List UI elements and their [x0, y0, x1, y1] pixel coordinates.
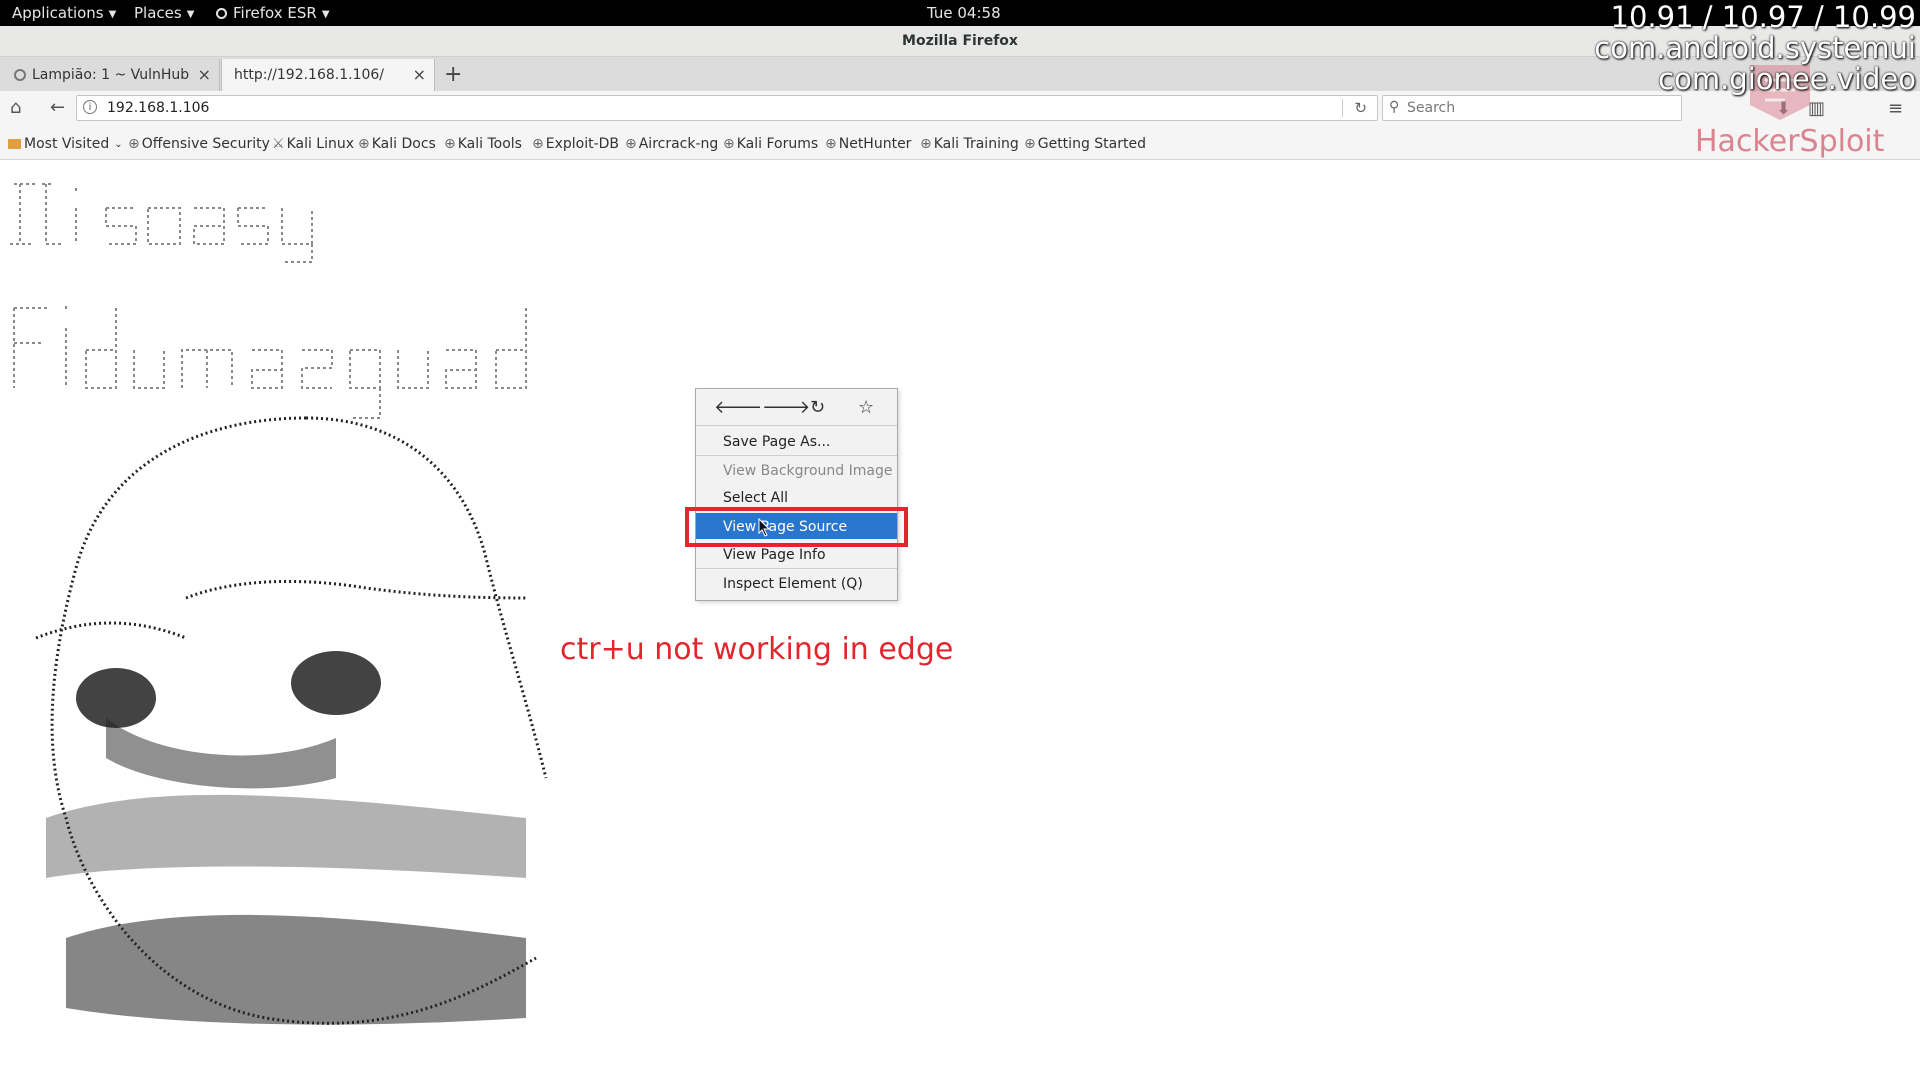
tab-label: Lampião: 1 ~ VulnHub [32, 67, 190, 83]
folder-icon [8, 139, 21, 149]
chevron-down-icon: ▼ [186, 9, 195, 20]
bookmark-star-icon[interactable]: ☆ [858, 397, 874, 418]
overlay-package-2: com.gionee.video [1658, 62, 1916, 96]
url-divider [1342, 99, 1343, 117]
annotation-highlight-box [685, 507, 908, 547]
globe-icon: ⊕ [920, 136, 932, 152]
bookmark-offensive-security[interactable]: ⊕ Offensive Security [128, 136, 270, 152]
bookmark-label: Aircrack-ng [638, 136, 719, 152]
search-input[interactable]: ⚲ Search [1382, 95, 1682, 121]
reload-icon[interactable]: ↻ [1354, 99, 1367, 117]
globe-icon: ⊕ [532, 136, 544, 152]
bookmark-aircrack-ng[interactable]: ⊕ Aircrack-ng [625, 136, 718, 152]
bookmark-getting-started[interactable]: ⊕ Getting Started [1024, 136, 1146, 152]
tab-label: http://192.168.1.106/ [234, 67, 385, 83]
bookmark-nethunter[interactable]: ⊕ NetHunter [825, 136, 911, 152]
bookmarks-toolbar: Most Visited ⌄ ⊕ Offensive Security ⚔ Kali … [0, 127, 1920, 160]
close-icon[interactable]: × [198, 65, 211, 84]
annotation-text: ctr+u not working in edge [560, 632, 954, 667]
video-debug-overlay: 10.91 / 10.97 / 10.99 com.android.system… [1594, 2, 1916, 95]
menu-view-background-image[interactable]: View Background Image [696, 457, 897, 483]
applications-label: Applications [12, 4, 104, 22]
bookmark-most-visited[interactable]: Most Visited ⌄ [8, 136, 123, 152]
chevron-down-icon: ▼ [108, 9, 117, 20]
bookmark-kali-forums[interactable]: ⊕ Kali Forums [723, 136, 818, 152]
bookmark-label: Kali Forums [736, 136, 819, 152]
menu-inspect-element[interactable]: Inspect Element (Q) [696, 570, 897, 596]
new-tab-plus-icon[interactable]: + [444, 62, 462, 87]
context-nav-row: 🡐 🡒 ↻ ☆ [696, 389, 897, 426]
kali-dragon-icon: ⚔ [272, 136, 285, 152]
applications-menu[interactable]: Applications ▼ [12, 4, 116, 22]
bookmark-kali-linux[interactable]: ⚔ Kali Linux [272, 136, 354, 152]
bookmark-label: Kali Docs [371, 136, 436, 152]
overlay-package-1: com.android.systemui [1594, 31, 1916, 65]
bookmark-kali-training[interactable]: ⊕ Kali Training [920, 136, 1019, 152]
vulnhub-tab-icon [14, 69, 26, 81]
bookmark-label: NetHunter [838, 136, 912, 152]
bookmark-label: Kali Tools [457, 136, 522, 152]
firefox-app-label: Firefox ESR [233, 4, 317, 22]
globe-icon: ⊕ [825, 136, 837, 152]
chevron-down-icon: ⌄ [114, 139, 123, 150]
globe-icon: ⊕ [1024, 136, 1036, 152]
search-placeholder: Search [1407, 100, 1456, 116]
back-arrow-icon[interactable]: 🡐 [714, 397, 762, 418]
globe-icon: ⊕ [723, 136, 735, 152]
home-icon[interactable]: ⌂ [10, 97, 21, 118]
ascii-art-banner [10, 183, 548, 1025]
bookmark-label: Offensive Security [141, 136, 270, 152]
firefox-icon [216, 8, 227, 19]
chevron-down-icon: ▼ [321, 9, 330, 20]
globe-icon: ⊕ [358, 136, 370, 152]
nav-toolbar: ⌂ ← i 192.168.1.106 ↻ ⚲ Search [0, 91, 1920, 127]
clock[interactable]: Tue 04:58 [927, 4, 1001, 22]
bookmark-label: Getting Started [1037, 136, 1146, 152]
globe-icon: ⊕ [444, 136, 456, 152]
bookmark-label: Most Visited [24, 136, 110, 152]
forward-arrow-icon[interactable]: 🡒 [762, 397, 810, 418]
menu-divider [696, 455, 897, 456]
bookmark-label: Kali Linux [286, 136, 355, 152]
globe-icon: ⊕ [625, 136, 637, 152]
bookmark-kali-docs[interactable]: ⊕ Kali Docs [358, 136, 436, 152]
tab-lampiao[interactable]: Lampião: 1 ~ VulnHub × [6, 59, 220, 91]
bookmark-label: Kali Training [933, 136, 1019, 152]
url-bar[interactable]: i 192.168.1.106 ↻ [76, 95, 1378, 121]
back-arrow-icon[interactable]: ← [50, 97, 65, 118]
watermark-text: HackerSploit [1695, 124, 1885, 159]
places-menu[interactable]: Places ▼ [134, 4, 194, 22]
search-icon: ⚲ [1389, 99, 1400, 115]
bookmark-label: Exploit-DB [545, 136, 620, 152]
url-text[interactable]: 192.168.1.106 [107, 100, 209, 116]
overlay-stats-line: 10.91 / 10.97 / 10.99 [1610, 0, 1916, 34]
context-menu: 🡐 🡒 ↻ ☆ Save Page As... View Background … [695, 388, 898, 601]
firefox-app-menu[interactable]: Firefox ESR ▼ [216, 4, 330, 22]
menu-divider [696, 568, 897, 569]
bookmark-kali-tools[interactable]: ⊕ Kali Tools [444, 136, 522, 152]
globe-icon: ⊕ [128, 136, 140, 152]
places-label: Places [134, 4, 182, 22]
bookmark-exploit-db[interactable]: ⊕ Exploit-DB [532, 136, 619, 152]
tab-current[interactable]: http://192.168.1.106/ × [221, 59, 435, 91]
hamburger-menu-icon[interactable]: ≡ [1888, 98, 1903, 119]
reload-icon[interactable]: ↻ [810, 397, 825, 418]
close-icon[interactable]: × [413, 65, 426, 84]
info-icon[interactable]: i [83, 100, 97, 114]
menu-save-page-as[interactable]: Save Page As... [696, 428, 897, 454]
mouse-pointer-icon [758, 518, 771, 537]
